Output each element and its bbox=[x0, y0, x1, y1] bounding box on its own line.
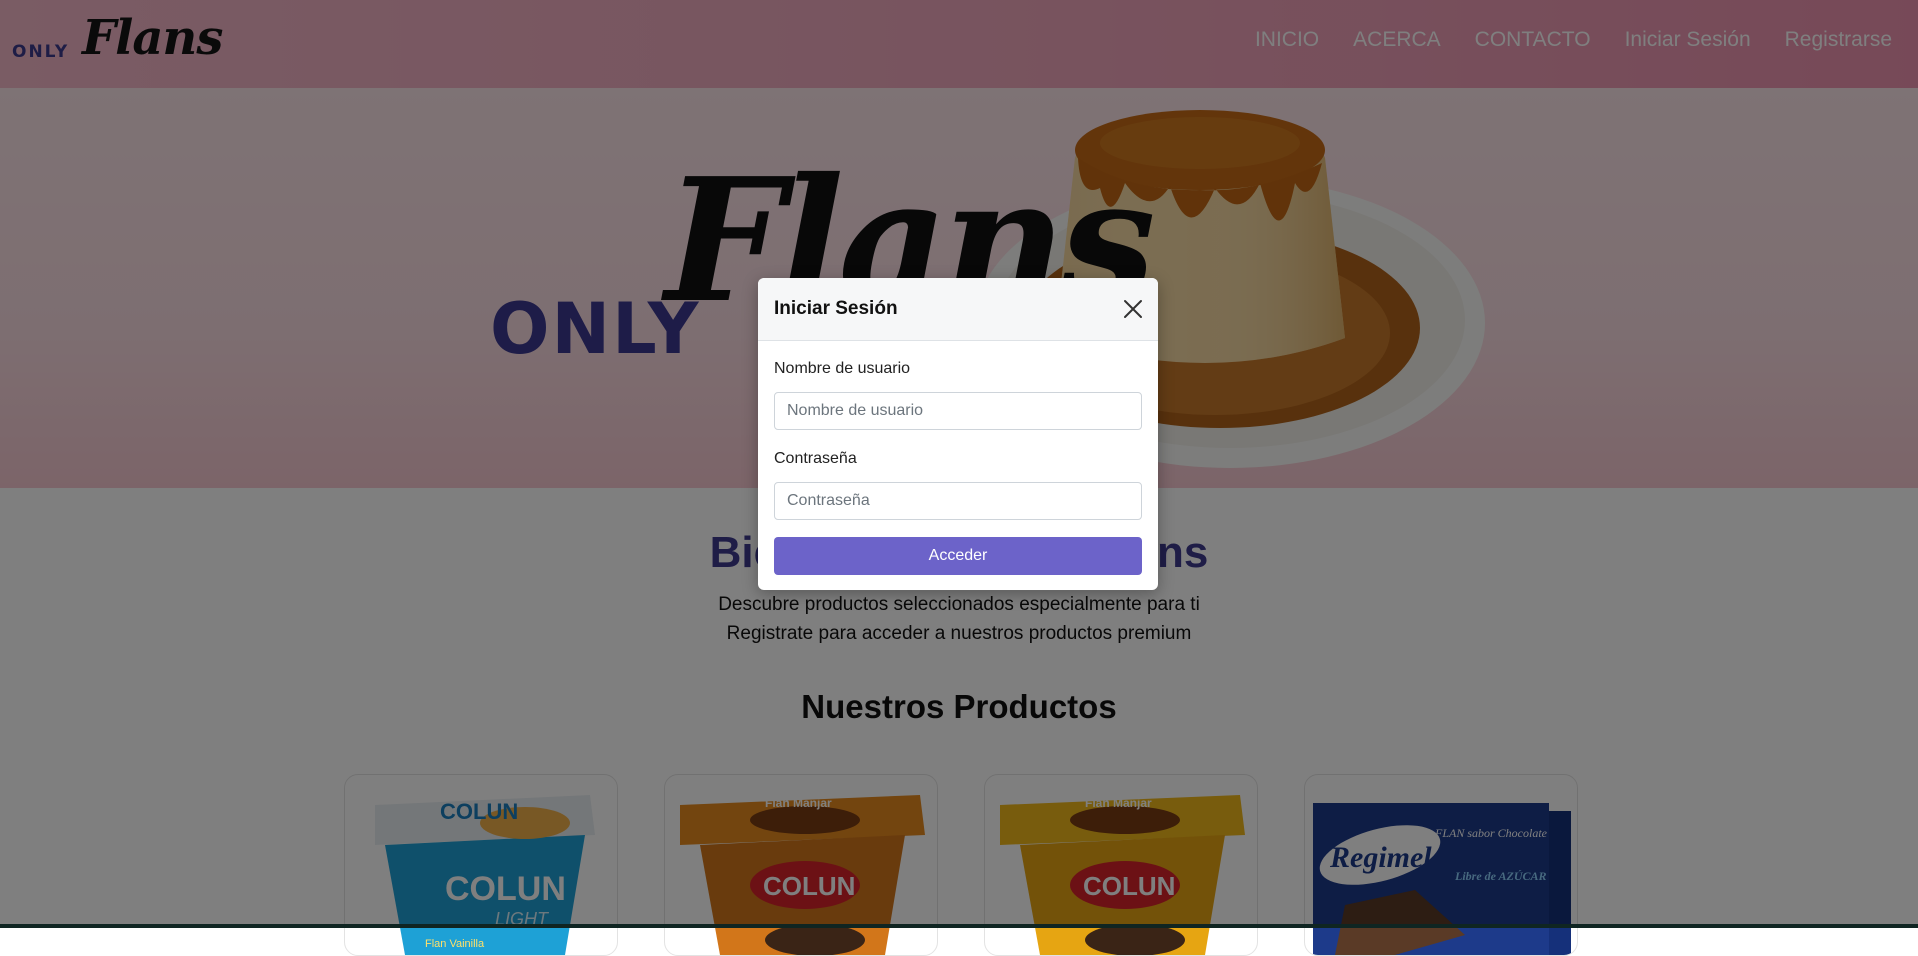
close-button[interactable] bbox=[1120, 296, 1146, 322]
username-label: Nombre de usuario bbox=[774, 360, 911, 377]
username-input[interactable] bbox=[774, 392, 1142, 430]
login-modal: Iniciar Sesión Nombre de usuario Contras… bbox=[758, 278, 1158, 590]
password-input[interactable] bbox=[774, 482, 1142, 520]
close-icon bbox=[1124, 300, 1142, 318]
modal-header: Iniciar Sesión bbox=[758, 278, 1158, 341]
product-flavor: Flan Vainilla bbox=[425, 938, 485, 950]
password-label: Contraseña bbox=[774, 450, 857, 467]
modal-title: Iniciar Sesión bbox=[774, 298, 898, 319]
submit-button[interactable]: Acceder bbox=[774, 537, 1142, 575]
